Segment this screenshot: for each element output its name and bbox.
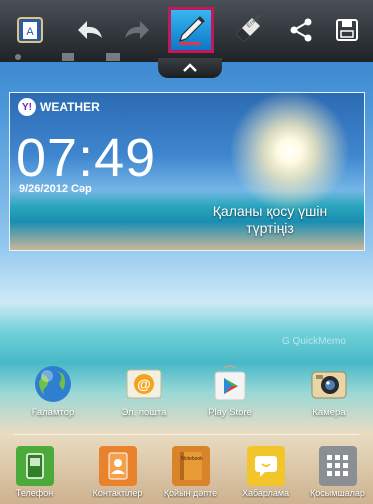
svg-text:A: A — [26, 26, 34, 38]
globe-icon — [33, 364, 73, 404]
contacts-icon — [98, 446, 137, 486]
dock-phone[interactable]: Телефон — [0, 446, 72, 498]
camera-icon — [309, 364, 349, 404]
dock-label: Қосымшалар — [310, 488, 365, 498]
dock-label: Телефон — [15, 488, 54, 498]
dock-messaging[interactable]: Хабарлама — [228, 446, 303, 498]
yahoo-weather-logo: Y! WEATHER — [18, 98, 100, 116]
clock-date: 9/26/2012 Сәр — [19, 183, 92, 195]
weather-brand: WEATHER — [40, 100, 100, 114]
apps-grid-icon — [318, 446, 357, 486]
app-camera[interactable]: Камера — [289, 364, 369, 418]
svg-text:Notebook: Notebook — [181, 456, 203, 462]
app-play-store[interactable]: Play Store — [190, 364, 270, 418]
toolbar-collapse-handle[interactable] — [158, 58, 222, 78]
dock-label: Контактілер — [92, 488, 143, 498]
eraser-icon[interactable]: Eraser — [228, 10, 268, 50]
annotation-app-icon[interactable]: A — [10, 10, 50, 50]
add-city-prompt[interactable]: Қаланы қосу үшін түртіңіз — [190, 203, 350, 237]
app-label: Play Store — [208, 407, 252, 418]
phone-icon — [15, 446, 54, 486]
save-icon[interactable] — [327, 10, 367, 50]
messaging-icon — [246, 446, 285, 486]
dock-divider — [14, 434, 359, 435]
redo-icon[interactable] — [117, 10, 157, 50]
app-email[interactable]: @ Эл. пошта — [104, 364, 184, 418]
app-label: Камера — [312, 407, 346, 418]
app-browser[interactable]: Ғаламтор — [13, 364, 93, 418]
quickmemo-watermark: G QuickMemo — [282, 336, 346, 347]
app-label: Эл. пошта — [121, 407, 167, 418]
email-icon: @ — [124, 364, 164, 404]
clock-time: 07:49 — [16, 128, 157, 188]
dock-notebook[interactable]: Notebook Қойын дәпте — [153, 446, 228, 498]
play-store-icon — [210, 364, 250, 404]
weather-widget[interactable]: Y! WEATHER 07:49 9/26/2012 Сәр Қаланы қо… — [9, 92, 365, 251]
svg-text:@: @ — [137, 376, 151, 392]
yahoo-logo-icon: Y! — [18, 98, 36, 116]
dock-label: Хабарлама — [241, 488, 290, 498]
chevron-up-icon — [183, 63, 197, 72]
undo-icon[interactable] — [70, 10, 110, 50]
dock-apps[interactable]: Қосымшалар — [300, 446, 373, 498]
share-icon[interactable] — [281, 10, 321, 50]
dock-contacts[interactable]: Контактілер — [80, 446, 155, 498]
notebook-icon: Notebook — [171, 446, 210, 486]
pen-icon[interactable] — [168, 7, 214, 53]
dock-label: Қойын дәпте — [163, 488, 218, 498]
app-label: Ғаламтор — [31, 407, 75, 418]
